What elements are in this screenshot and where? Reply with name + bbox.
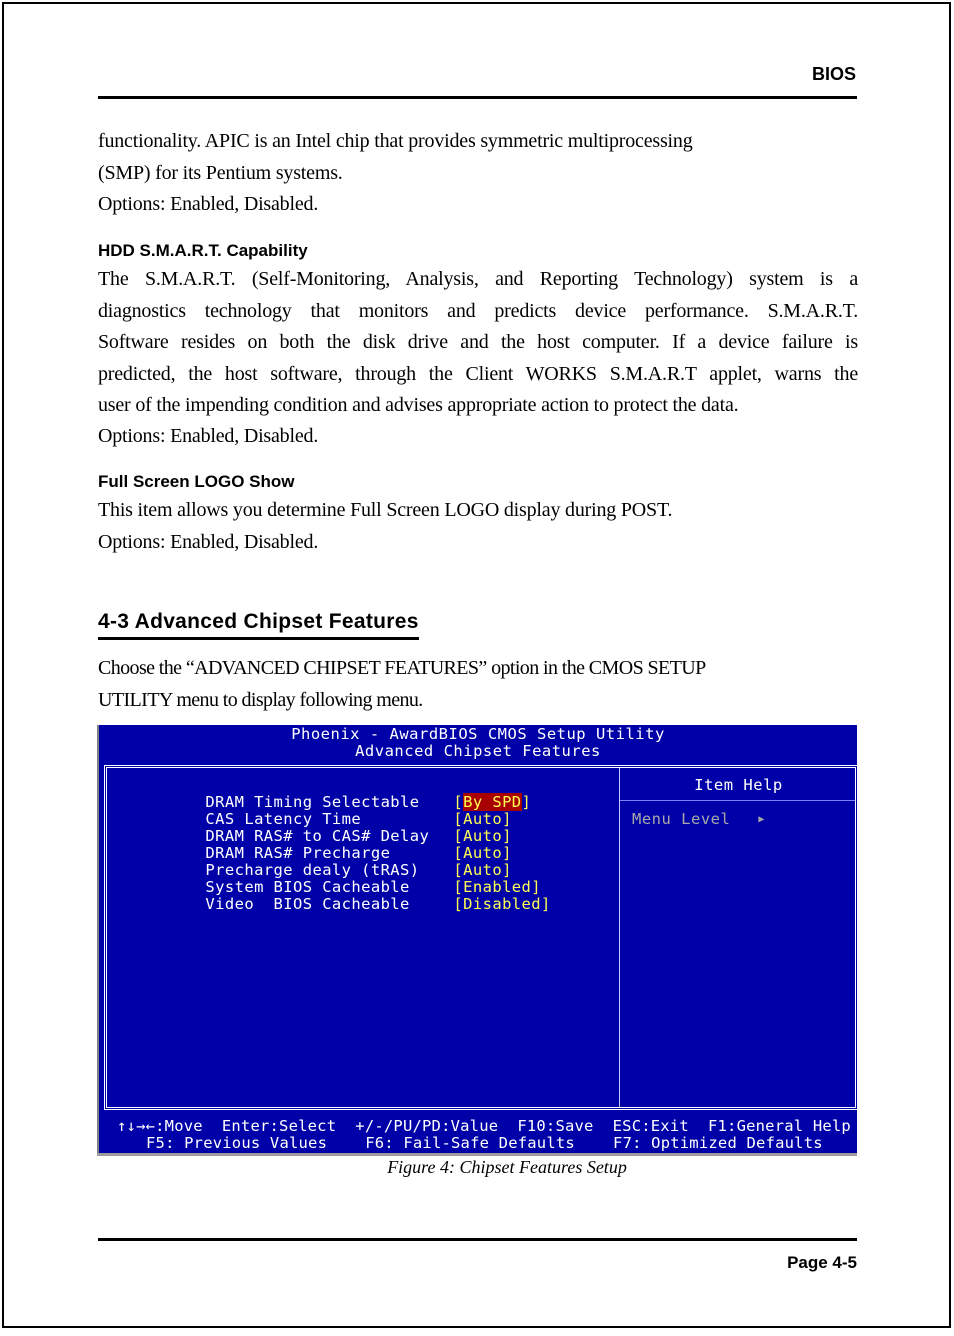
setting-value[interactable]: [Disabled]	[453, 895, 550, 913]
triangle-right-icon: ▶	[758, 814, 765, 825]
bios-bottom-rule	[97, 1153, 857, 1156]
text-line: The S.M.A.R.T. (Self-Monitoring, Analysi…	[98, 268, 858, 290]
header-rule	[98, 96, 857, 99]
hdd-smart-options: Options: Enabled, Disabled.	[98, 421, 858, 453]
setting-label: Video BIOS Cacheable	[205, 895, 410, 913]
text-line: functionality. APIC is an Intel chip tha…	[98, 130, 693, 152]
bios-key-legend: ↑↓→←:Move Enter:Select +/-/PU/PD:Value F…	[117, 1117, 851, 1135]
bios-title: Phoenix - AwardBIOS CMOS Setup Utility	[291, 725, 665, 743]
apic-continuation: functionality. APIC is an Intel chip tha…	[98, 126, 858, 221]
bios-subtitle: Advanced Chipset Features	[355, 742, 601, 760]
running-header: BIOS	[811, 64, 856, 84]
panel-divider	[619, 768, 620, 1107]
page-number: Page 4-5	[787, 1253, 857, 1272]
apic-options: Options: Enabled, Disabled.	[98, 193, 319, 215]
help-divider	[620, 800, 855, 801]
footer-rule	[98, 1238, 857, 1241]
value-text: Disabled	[463, 895, 541, 913]
bios-function-keys: F5: Previous Values F6: Fail-Safe Defaul…	[146, 1134, 823, 1152]
menu-level: Menu Level ▶	[632, 810, 765, 828]
text-line: Choose the “ADVANCED CHIPSET FEATURES” o…	[98, 657, 706, 679]
full-screen-logo-body: This item allows you determine Full Scre…	[98, 495, 858, 558]
text-line: This item allows you determine Full Scre…	[98, 499, 673, 521]
text-line: Software resides on both the disk drive …	[98, 331, 858, 353]
bios-screenshot: Phoenix - AwardBIOS CMOS Setup Utility A…	[97, 725, 858, 1155]
text-line: user of the impending condition and advi…	[98, 394, 739, 416]
item-help-title: Item Help	[694, 776, 783, 794]
section-intro: Choose the “ADVANCED CHIPSET FEATURES” o…	[98, 653, 858, 716]
text-line: UTILITY menu to display following menu.	[98, 688, 423, 711]
text-line: diagnostics technology that monitors and…	[98, 299, 858, 322]
text-line: (SMP) for its Pentium systems.	[98, 161, 343, 184]
full-screen-logo-heading: Full Screen LOGO Show	[98, 472, 295, 491]
section-title: 4-3 Advanced Chipset Features	[98, 610, 419, 640]
text-line: predicted, the host software, through th…	[98, 362, 858, 385]
options-line: Options: Enabled, Disabled.	[98, 425, 319, 447]
figure-caption: Figure 4: Chipset Features Setup	[387, 1157, 627, 1177]
bios-settings-panel: DRAM Timing Selectable [By SPD] CAS Laten…	[104, 765, 858, 1110]
menu-level-label: Menu Level	[632, 810, 731, 828]
bios-setting-row[interactable]: Video BIOS Cacheable [Disabled]	[147, 879, 551, 930]
options-line: Options: Enabled, Disabled.	[98, 530, 319, 553]
hdd-smart-body: The S.M.A.R.T. (Self-Monitoring, Analysi…	[98, 264, 858, 422]
hdd-smart-heading: HDD S.M.A.R.T. Capability	[98, 241, 308, 260]
